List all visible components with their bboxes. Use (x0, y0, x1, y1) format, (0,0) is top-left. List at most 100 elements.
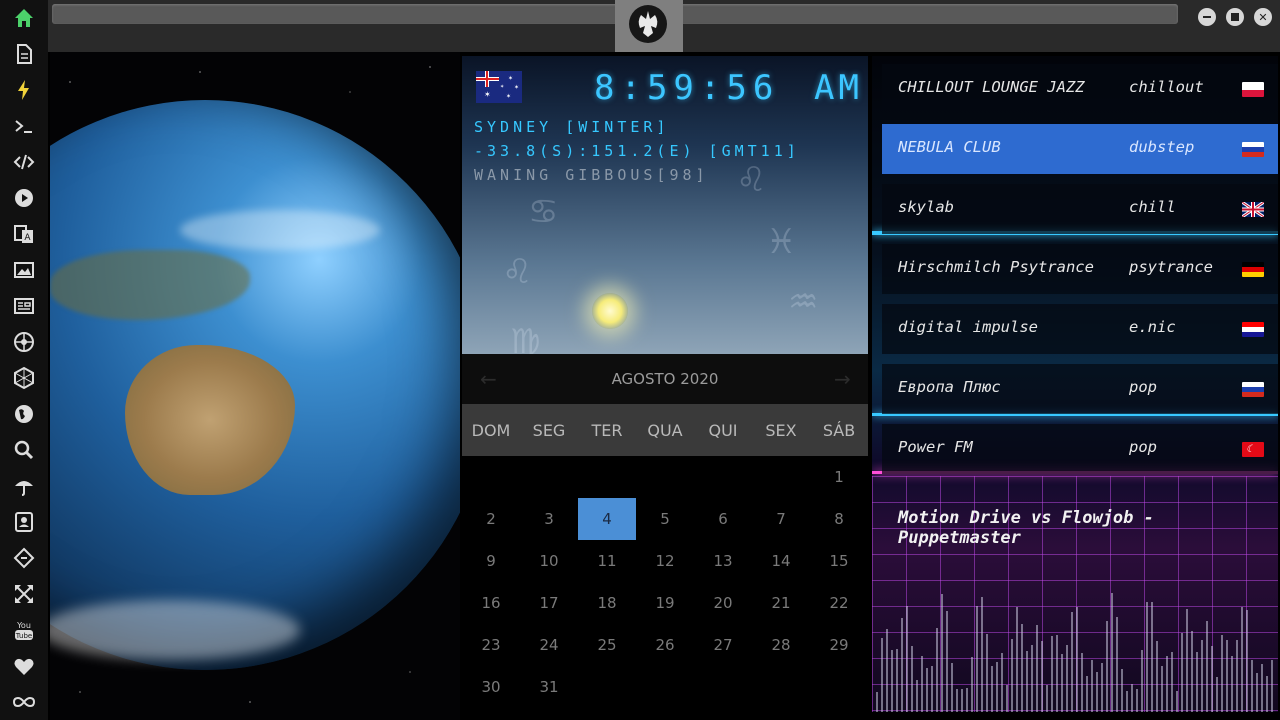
station-row[interactable]: Hirschmilch Psytrance psytrance (882, 244, 1278, 294)
app-emblem (615, 0, 683, 52)
document-icon[interactable] (12, 42, 36, 66)
calendar-day[interactable]: 14 (752, 540, 810, 582)
play-icon[interactable] (12, 186, 36, 210)
now-playing-title: Motion Drive vs Flowjob - Puppetmaster (898, 508, 1154, 548)
calendar-empty-cell (520, 456, 578, 498)
visualizer-bar (996, 662, 998, 712)
image-icon[interactable] (12, 258, 36, 282)
station-genre: chillout (1129, 78, 1204, 96)
tag-icon[interactable] (12, 546, 36, 570)
previous-month-arrow-icon[interactable]: ← (480, 367, 497, 391)
visualizer-bar (1056, 635, 1058, 712)
close-button[interactable]: ✕ (1254, 8, 1272, 26)
calendar-day[interactable]: 2 (462, 498, 520, 540)
maximize-button[interactable] (1226, 8, 1244, 26)
cloud (50, 600, 300, 660)
calendar-day[interactable]: 16 (462, 582, 520, 624)
calendar-day[interactable]: 29 (810, 624, 868, 666)
search-icon[interactable] (12, 438, 36, 462)
rebel-icon[interactable] (12, 330, 36, 354)
contacts-icon[interactable] (12, 510, 36, 534)
calendar-day[interactable]: 23 (462, 624, 520, 666)
visualizer-bar (951, 663, 953, 712)
calendar-day[interactable]: 22 (810, 582, 868, 624)
visualizer-bar (1066, 645, 1068, 712)
calendar-day[interactable]: 8 (810, 498, 868, 540)
station-row[interactable]: NEBULA CLUB dubstep (882, 124, 1278, 174)
radio-player: CHILLOUT LOUNGE JAZZ chillout NEBULA CLUB d… (872, 56, 1278, 712)
visualizer-bar (1141, 650, 1143, 712)
calendar-day[interactable]: 31 (520, 666, 578, 708)
close-icon: ✕ (1258, 10, 1268, 24)
rebel-alliance-icon (629, 5, 667, 43)
visualizer-bar (1026, 651, 1028, 712)
calendar-day[interactable]: 30 (462, 666, 520, 708)
station-row[interactable]: Power FM pop ☾ (882, 424, 1278, 474)
calendar-day[interactable]: 26 (636, 624, 694, 666)
svg-text:You: You (16, 621, 31, 630)
next-month-arrow-icon[interactable]: → (834, 367, 851, 391)
calendar-day[interactable]: 25 (578, 624, 636, 666)
station-row[interactable]: CHILLOUT LOUNGE JAZZ chillout (882, 64, 1278, 114)
visualizer-bar (1101, 663, 1103, 712)
home-icon[interactable] (12, 6, 36, 30)
calendar-day[interactable]: 24 (520, 624, 578, 666)
visualizer-bar (1126, 691, 1128, 712)
umbrella-icon[interactable] (12, 474, 36, 498)
visualizer-bar (1161, 666, 1163, 712)
calendar-day[interactable]: 13 (694, 540, 752, 582)
station-row[interactable]: digital impulse e.nic (882, 304, 1278, 354)
calendar-day[interactable]: 3 (520, 498, 578, 540)
visualizer-bar (1076, 607, 1078, 712)
translate-icon[interactable]: A (12, 222, 36, 246)
heart-icon[interactable] (12, 654, 36, 678)
expand-icon[interactable] (12, 582, 36, 606)
calendar-day[interactable]: 19 (636, 582, 694, 624)
visualizer-bar (1171, 652, 1173, 712)
lightning-icon[interactable] (12, 78, 36, 102)
calendar-day[interactable]: 18 (578, 582, 636, 624)
calendar-day[interactable]: 20 (694, 582, 752, 624)
visualizer-bar (1236, 640, 1238, 712)
calendar-day[interactable]: 27 (694, 624, 752, 666)
visualizer-bar (1086, 676, 1088, 712)
youtube-icon[interactable]: You Tube (12, 618, 36, 642)
visualizer-bar (1176, 691, 1178, 712)
calendar-day[interactable]: 28 (752, 624, 810, 666)
calendar-day[interactable]: 9 (462, 540, 520, 582)
news-icon[interactable] (12, 294, 36, 318)
calendar-day[interactable]: 21 (752, 582, 810, 624)
terminal-icon[interactable] (12, 114, 36, 138)
calendar-day[interactable]: 17 (520, 582, 578, 624)
globe-icon[interactable] (12, 402, 36, 426)
station-row[interactable]: Европа Плюс pop (882, 364, 1278, 414)
calendar-day[interactable]: 1 (810, 456, 868, 498)
visualizer-bar (1036, 625, 1038, 712)
visualizer-bar (986, 634, 988, 712)
code-icon[interactable] (12, 150, 36, 174)
calendar-day[interactable]: 6 (694, 498, 752, 540)
station-row[interactable]: skylab chill (882, 184, 1278, 234)
calendar-day[interactable]: 12 (636, 540, 694, 582)
ru-flag-icon (1242, 142, 1264, 157)
visualizer-bar (1166, 656, 1168, 712)
globe-view[interactable] (50, 52, 460, 720)
visualizer-bar (1071, 612, 1073, 712)
station-name: Power FM (898, 438, 973, 456)
calendar-day[interactable]: 10 (520, 540, 578, 582)
calendar-day[interactable]: 5 (636, 498, 694, 540)
weekday-label: TER (591, 420, 623, 440)
visualizer-bar (966, 688, 968, 712)
visualizer-bar (936, 628, 938, 712)
hexagon-icon[interactable] (12, 366, 36, 390)
weekday-label: DOM (471, 420, 511, 440)
calendar-empty-cell (694, 456, 752, 498)
calendar-day[interactable]: 11 (578, 540, 636, 582)
calendar-day[interactable]: 7 (752, 498, 810, 540)
calendar-day[interactable]: 4 (578, 498, 636, 540)
calendar-day[interactable]: 15 (810, 540, 868, 582)
visualizer-bar (1136, 689, 1138, 712)
infinity-icon[interactable] (12, 690, 36, 714)
minimize-button[interactable] (1198, 8, 1216, 26)
visualizer-bar (1146, 602, 1148, 712)
